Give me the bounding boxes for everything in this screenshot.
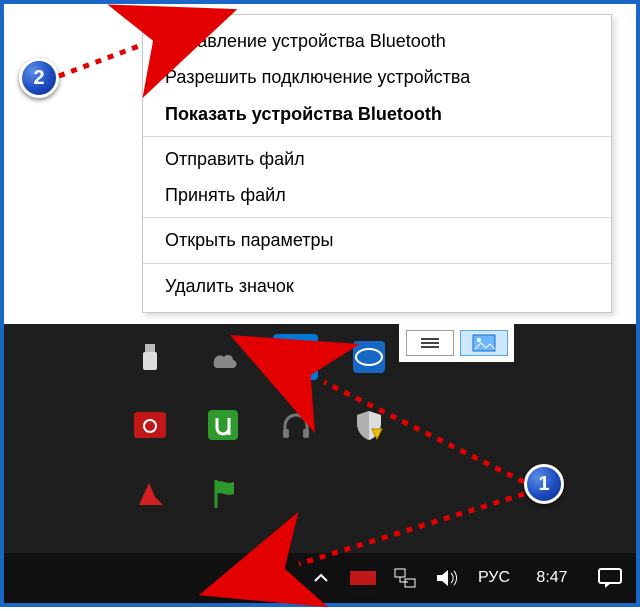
view-thumb-button[interactable] [460, 330, 508, 356]
step-badge-2: 2 [19, 58, 59, 98]
triangle-icon[interactable] [127, 470, 173, 516]
network-icon[interactable] [384, 553, 426, 603]
menu-open-settings[interactable]: Открыть параметры [143, 222, 611, 258]
chevron-up-icon[interactable] [300, 553, 342, 603]
security-icon[interactable] [346, 402, 391, 448]
headphones-icon[interactable] [273, 402, 318, 448]
taskbar-app-icon[interactable] [342, 553, 384, 603]
step-badge-1: 1 [524, 464, 564, 504]
menu-remove-icon[interactable]: Удалить значок [143, 268, 611, 304]
usb-icon[interactable] [127, 334, 172, 380]
action-center-icon[interactable] [584, 553, 636, 603]
utorrent-icon[interactable] [200, 402, 245, 448]
camera-icon[interactable] [127, 402, 172, 448]
menu-add-bluetooth-device[interactable]: Добавление устройства Bluetooth [143, 23, 611, 59]
taskbar: РУС 8:47 [4, 553, 636, 603]
menu-send-file[interactable]: Отправить файл [143, 141, 611, 177]
bluetooth-icon[interactable] [273, 334, 318, 380]
menu-separator [143, 217, 611, 218]
menu-separator [143, 263, 611, 264]
flag-icon[interactable] [201, 470, 247, 516]
menu-separator [143, 136, 611, 137]
menu-show-bluetooth-devices[interactable]: Показать устройства Bluetooth [143, 96, 611, 132]
intel-icon[interactable] [346, 334, 391, 380]
bluetooth-context-menu: Добавление устройства Bluetooth Разрешит… [142, 14, 612, 313]
tray-overflow-panel [119, 324, 399, 528]
content-area: Добавление устройства Bluetooth Разрешит… [4, 4, 636, 324]
clock[interactable]: 8:47 [520, 569, 584, 587]
language-indicator[interactable]: РУС [468, 569, 520, 587]
menu-receive-file[interactable]: Принять файл [143, 177, 611, 213]
view-switcher [399, 324, 514, 362]
volume-icon[interactable] [426, 553, 468, 603]
view-list-button[interactable] [406, 330, 454, 356]
menu-allow-device-connect[interactable]: Разрешить подключение устройства [143, 59, 611, 95]
onedrive-icon[interactable] [200, 334, 245, 380]
